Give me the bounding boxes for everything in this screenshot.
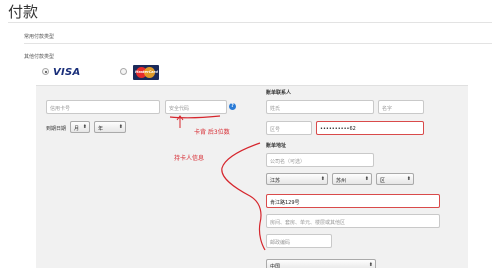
- card-back-annotation: 卡背 后3位数: [194, 129, 230, 136]
- cardholder-bracket: [221, 142, 266, 251]
- security-code-underline: [169, 115, 221, 119]
- annotation-marks: [169, 115, 266, 251]
- cardholder-annotation: 持卡人信息: [174, 155, 205, 162]
